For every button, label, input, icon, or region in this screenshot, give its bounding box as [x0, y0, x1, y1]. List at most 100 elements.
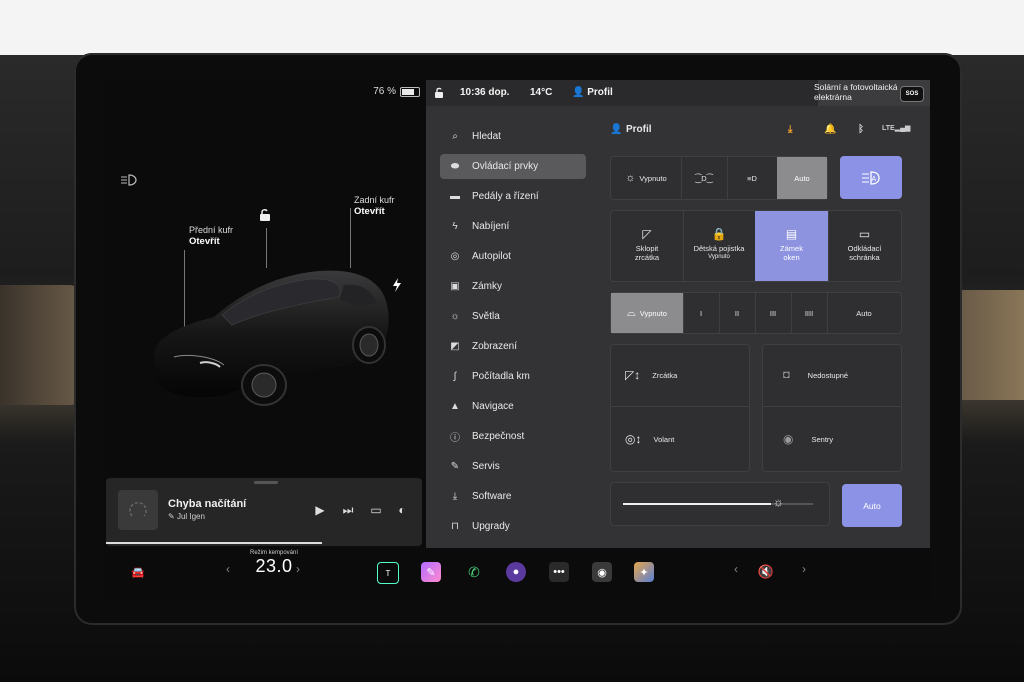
nav-item-service[interactable]: ✎ Servis [440, 454, 586, 479]
nav-item-controls[interactable]: ⬬ Ovládací prvky [440, 154, 586, 179]
wood-trim-right [962, 290, 1024, 400]
media-drag-handle[interactable] [254, 481, 278, 484]
lights-auto-option[interactable]: Auto [777, 157, 827, 199]
climate-control[interactable]: Režim kempování 23.0 [244, 550, 304, 577]
volume-down-chevron[interactable]: ‹ [734, 562, 738, 576]
nav-item-locks[interactable]: ▣ Zámky [440, 274, 586, 299]
brightness-sun-icon[interactable]: ☼ [773, 495, 784, 509]
nav-item-navigation[interactable]: ▲ Navigace [440, 394, 586, 419]
parking-lights-option[interactable]: ⁐D⁐ [681, 157, 728, 199]
wipers-speed-4[interactable]: IIII [791, 293, 828, 333]
media-app-icon[interactable]: ● [506, 562, 526, 582]
nav-label: Servis [472, 461, 500, 472]
auto-high-beam-icon: A [862, 170, 880, 185]
battery-percent: 76 % [373, 86, 396, 97]
nav-label: Nabíjení [472, 221, 510, 232]
nav-item-autopilot[interactable]: ◎ Autopilot [440, 244, 586, 269]
brightness-auto-button[interactable]: Auto [842, 484, 902, 527]
wipers-off-option[interactable]: ⌓ Vypnuto [611, 293, 684, 333]
mirrors-label: Zrcátka [652, 371, 678, 380]
controls-panel: 10:36 dop. 14°C 👤 Profil Solární a fotov… [426, 80, 930, 548]
frunk-control[interactable]: Přední kufr Otevřít [189, 225, 233, 247]
charge-port-icon[interactable] [392, 278, 402, 292]
low-beam-option[interactable]: ≡D [727, 157, 778, 199]
volume-up-chevron[interactable]: › [802, 562, 806, 576]
nav-item-search[interactable]: ⌕ Hledat [440, 124, 586, 149]
temp-down-chevron[interactable]: ‹ [226, 562, 230, 576]
mirror-adjust-icon: ◸↕ [625, 368, 641, 382]
lights-auto-label: Auto [794, 173, 810, 183]
auto-headlights-icon[interactable] [120, 174, 138, 186]
volume-muted-icon[interactable]: 🔇 [756, 562, 776, 582]
car-visualization-pane: 76 % Přední kufr Otevřít Zadní kufr Otev… [104, 80, 426, 548]
adjust-panel: ◸↕ Zrcátka ◎↕ Volant [610, 344, 750, 472]
wipers-speed-2[interactable]: II [719, 293, 756, 333]
nav-item-pedals[interactable]: ▬ Pedály a řízení [440, 184, 586, 209]
voice-icon[interactable]: ◐ [394, 502, 410, 518]
media-artist: Jul Igen [176, 512, 205, 521]
toybox-app-icon[interactable]: ✦ [634, 562, 654, 582]
sentry-label: Sentry [811, 434, 834, 444]
sentry-icon: ◉ [783, 431, 794, 446]
child-lock-button[interactable]: 🔒 Dětská pojistka Vypnuto [683, 211, 756, 281]
lights-off-label: Vypnuto [639, 173, 667, 183]
unlocked-status-icon[interactable] [434, 87, 444, 99]
teams-app-icon[interactable]: T [377, 562, 399, 584]
cabin-temperature: 23.0 [255, 556, 293, 576]
nav-item-charging[interactable]: ϟ Nabíjení [440, 214, 586, 239]
media-player[interactable]: Chyba načítání ✎ Jul Igen ▶ ⏭ ▭ ◐ [106, 478, 422, 546]
more-apps-icon[interactable]: ••• [549, 562, 569, 582]
auto-high-beam-button[interactable]: A [840, 156, 902, 199]
quick-controls: ◸ Sklopit zrcátka 🔒 Dětská pojistka Vypn… [610, 210, 902, 282]
play-icon[interactable]: ▶ [312, 502, 328, 518]
status-profile[interactable]: 👤 Profil [572, 87, 613, 98]
nav-item-safety[interactable]: ⓘ Bezpečnost [440, 424, 586, 449]
mirror-icon: ◸ [642, 227, 652, 241]
trunk-control[interactable]: Zadní kufr Otevřít [354, 195, 395, 217]
car-icon[interactable]: 🚘 [128, 562, 148, 582]
parking-lights-icon: ⁐D⁐ [695, 173, 713, 183]
brightness-slider[interactable]: ☼ [610, 482, 830, 526]
wipers-speed-3[interactable]: III [755, 293, 792, 333]
camera-app-icon[interactable]: ◉ [592, 562, 612, 582]
glovebox-button[interactable]: ▭ Odkládací schránka [828, 211, 901, 281]
dashcam-button[interactable]: ◘ Nedostupné [763, 345, 901, 407]
bluetooth-icon[interactable]: ᛒ [858, 124, 864, 135]
nav-item-upgrades[interactable]: ⊓ Upgrady [440, 514, 586, 539]
adjust-wheel-button[interactable]: ◎↕ Volant [611, 408, 749, 470]
next-track-icon[interactable]: ⏭ [340, 502, 356, 518]
download-update-icon[interactable]: ⤓ [788, 124, 792, 135]
profile-header[interactable]: 👤 Profil ⤓ 🔔 ᛒ LTE▂▄▆ [610, 124, 910, 140]
search-icon: ⌕ [452, 131, 458, 142]
nav-label: Navigace [472, 401, 514, 412]
wipers-speed-1[interactable]: I [683, 293, 720, 333]
unlocked-icon[interactable] [258, 208, 272, 222]
temp-up-chevron[interactable]: › [296, 562, 300, 576]
sentry-button[interactable]: ◉ Sentry [763, 408, 901, 470]
fold-mirrors-button[interactable]: ◸ Sklopit zrcátka [611, 211, 684, 281]
notes-app-icon[interactable]: ✎ [421, 562, 441, 582]
nav-label: Bezpečnost [472, 431, 525, 442]
nav-item-software[interactable]: ⤓ Software [440, 484, 586, 509]
nav-item-display[interactable]: ◩ Zobrazení [440, 334, 586, 359]
camera-panel: ◘ Nedostupné ◉ Sentry [762, 344, 902, 472]
nav-item-trips[interactable]: ∫ Počítadla km [440, 364, 586, 389]
glovebox-line2: schránka [849, 253, 880, 262]
window-lock-line2: oken [783, 253, 800, 262]
window-lock-button[interactable]: ▤ Zámek oken [755, 211, 829, 281]
phone-icon[interactable]: ✆ [464, 562, 484, 582]
low-beam-icon: ≡D [747, 173, 757, 183]
media-title: Chyba načítání [168, 498, 247, 510]
media-library-icon[interactable]: ▭ [368, 502, 384, 518]
album-art [118, 490, 158, 530]
lights-off-option[interactable]: ☼ Vypnuto [611, 157, 682, 199]
svg-text:A: A [872, 176, 877, 183]
shield-icon: ⓘ [450, 433, 460, 444]
wipers-auto-option[interactable]: Auto [827, 293, 901, 333]
child-lock-state: Vypnuto [708, 254, 730, 260]
trunk-open-action[interactable]: Otevřít [354, 206, 395, 217]
bell-icon[interactable]: 🔔 [824, 124, 836, 135]
nav-item-lights[interactable]: ☼ Světla [440, 304, 586, 329]
sos-button[interactable]: SOS [900, 86, 924, 102]
adjust-mirrors-button[interactable]: ◸↕ Zrcátka [611, 345, 749, 407]
